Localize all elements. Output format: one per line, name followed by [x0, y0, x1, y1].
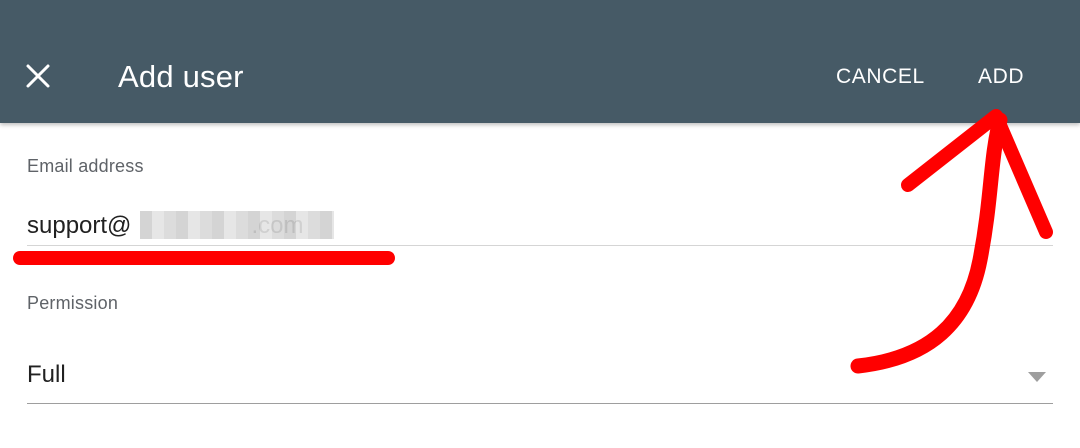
- permission-select[interactable]: Full: [27, 355, 1053, 403]
- dialog-title: Add user: [118, 59, 244, 94]
- close-icon: [26, 64, 50, 88]
- dialog-header: Add user CANCEL ADD: [0, 0, 1080, 123]
- dropdown-arrow-icon: [1028, 372, 1046, 382]
- permission-underline: [27, 403, 1053, 404]
- add-button[interactable]: ADD: [978, 62, 1024, 92]
- add-user-dialog: Add user CANCEL ADD Email address Permis…: [0, 0, 1080, 448]
- close-button[interactable]: [18, 56, 58, 96]
- redacted-email-part: [140, 211, 334, 239]
- cancel-button[interactable]: CANCEL: [836, 62, 925, 92]
- email-underline: [27, 245, 1053, 246]
- permission-label: Permission: [27, 293, 119, 313]
- permission-value: Full: [27, 361, 66, 388]
- curved-arrow-annotation: [850, 112, 1008, 374]
- email-label: Email address: [27, 156, 144, 176]
